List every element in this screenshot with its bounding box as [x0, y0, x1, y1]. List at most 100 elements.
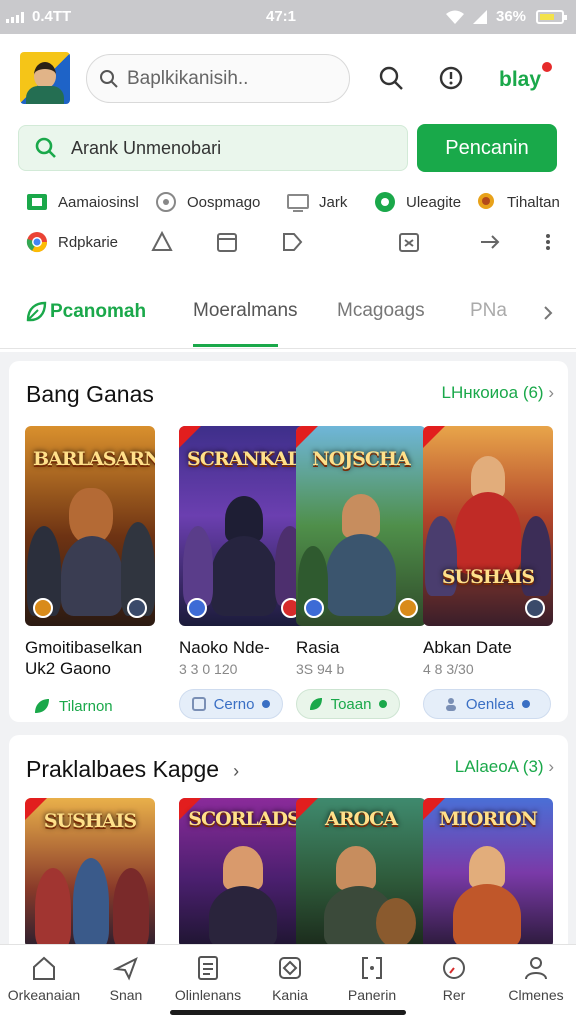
nav-item-rer[interactable]: Rer [413, 955, 495, 1003]
category-tihaltan[interactable]: Tihaltan [475, 191, 560, 213]
more-vertical-icon[interactable] [536, 230, 560, 254]
nav-item-panerin[interactable]: Panerin [331, 955, 413, 1003]
cover-title: NOJSCHA [312, 448, 410, 470]
game-meta: 4 8 3/30 [423, 661, 474, 677]
search-icon [100, 69, 118, 88]
search-placeholder: Baplkikanisih.. [127, 67, 249, 89]
tab-mcagoags[interactable]: Mcagoags [337, 300, 425, 322]
tab-pcanomah[interactable]: Pcanomah [24, 300, 146, 324]
notification-badge [540, 60, 554, 74]
arrow-right-icon[interactable] [478, 230, 502, 254]
game-cover: BARLASARN [25, 426, 155, 626]
section-card: Praklalbaes Kapge › LAlaeoA (3) › SUSHAIS… [9, 735, 568, 965]
game-cover: SUSHAIS [25, 798, 155, 948]
game-title: Gmoitibaselkan Uk2 Gaono [25, 638, 143, 678]
leaf-icon [26, 301, 47, 322]
document-icon [198, 956, 218, 980]
cover-title: SCRANKAD [187, 448, 304, 470]
install-button[interactable]: Cerno [179, 689, 283, 719]
nav-item-snan[interactable]: Snan [85, 955, 167, 1003]
game-card[interactable]: AROCA [296, 798, 426, 948]
game-cover: SCORLADS [179, 798, 309, 948]
cover-title: MIORION [438, 808, 538, 830]
nav-item-clmenes[interactable]: Clmenes [495, 955, 576, 1003]
install-button[interactable]: Oenlea [423, 689, 551, 719]
game-cover: AROCA [296, 798, 426, 948]
search-icon[interactable] [377, 64, 405, 92]
section-card: Bang Ganas LНнкоиоа (6) › BARLASARN Gmoi… [9, 361, 568, 722]
search-input[interactable]: Baplkikanisih.. [86, 54, 350, 103]
game-card[interactable]: SUSHAIS [25, 798, 155, 948]
monitor-icon [287, 194, 309, 212]
category-aamaiosinsl[interactable]: Aamaiosinsl [26, 191, 139, 213]
plane-icon [113, 956, 138, 981]
badge-icon [304, 598, 324, 618]
battery-icon [536, 10, 567, 24]
box-icon[interactable] [397, 230, 421, 254]
install-button[interactable]: Tilarnon [25, 691, 129, 721]
signal-icon [6, 11, 24, 23]
game-card[interactable]: SUSHAIS Abkan Date 4 8 3/30 Oenlea [423, 426, 553, 719]
chrome-icon [26, 232, 48, 253]
app-square-icon [27, 194, 47, 210]
game-card[interactable]: SCRANKAD Naoko Nde- 3 3 0 120 Cerno [179, 426, 309, 719]
medal-icon [478, 193, 494, 209]
person-icon [525, 957, 547, 980]
leaf-icon [35, 699, 49, 713]
home-indicator [170, 1010, 406, 1015]
play-link[interactable]: blay [499, 68, 541, 92]
divider [0, 348, 576, 349]
game-title: Naoko Nde- [179, 638, 270, 657]
notification-icon[interactable] [437, 64, 465, 92]
game-cover: SCRANKAD [179, 426, 309, 626]
game-card[interactable]: MIORION [423, 798, 553, 948]
tab-moeralmans[interactable]: Moeralmans [193, 300, 298, 322]
home-icon [33, 956, 55, 980]
tag-icon[interactable] [280, 230, 304, 254]
game-title: Rasia [296, 638, 340, 657]
section-see-all-link[interactable]: LAlaeoA (3) › [455, 757, 554, 777]
search-button[interactable]: Pencanin [417, 124, 557, 172]
leaf-icon [309, 698, 322, 710]
nav-item-home[interactable]: Orkeanaian [3, 955, 85, 1003]
avatar[interactable] [20, 52, 70, 104]
game-cover: NOJSCHA [296, 426, 426, 626]
category-rdpkarie[interactable]: Rdpkarie [26, 231, 118, 253]
game-meta: 3S 94 b [296, 661, 345, 677]
badge-icon [187, 598, 207, 618]
compass-icon [156, 192, 176, 212]
diamond-icon [279, 957, 301, 979]
cover-title: AROCA [325, 808, 398, 830]
game-cover: MIORION [423, 798, 553, 948]
chevron-right-icon[interactable] [540, 304, 556, 322]
cellular-icon [473, 10, 487, 24]
battery-percent: 36% [496, 8, 527, 25]
clock-icon [443, 957, 465, 979]
nav-item-kania[interactable]: Kania [249, 955, 331, 1003]
wifi-icon [446, 10, 464, 24]
game-card[interactable]: NOJSCHA Rasia 3S 94 b Toaan [296, 426, 426, 719]
game-card[interactable]: BARLASARN Gmoitibaselkan Uk2 Gaono Tilarn… [25, 426, 155, 721]
calendar-icon[interactable] [215, 230, 239, 254]
nav-item-olinlenans[interactable]: Olinlenans [167, 955, 249, 1003]
install-button[interactable]: Toaan [296, 689, 400, 719]
game-meta: 3 3 0 120 [179, 661, 238, 677]
game-card[interactable]: SCORLADS [179, 798, 309, 948]
category-oospmago[interactable]: Oospmago [155, 191, 260, 213]
green-circle-icon [375, 192, 395, 212]
category-uleagite[interactable]: Uleagite [374, 191, 461, 213]
clock: 47:1 [266, 8, 297, 25]
search-field-text: Arank Unmenobari [71, 137, 222, 158]
image-icon [191, 697, 206, 711]
status-bar: 0.4TT 47:1 36% [0, 0, 576, 34]
search-field[interactable]: Arank Unmenobari [18, 125, 408, 171]
cover-title: BARLASARN [33, 448, 155, 470]
active-tab-indicator [193, 344, 278, 347]
cover-title: SUSHAIS [43, 810, 137, 832]
section-see-all-link[interactable]: LНнкоиоа (6) › [441, 383, 554, 403]
badge-icon [127, 598, 147, 618]
shape-icon[interactable] [150, 230, 174, 254]
category-jark[interactable]: Jark [287, 191, 347, 213]
cover-title: SUSHAIS [441, 566, 535, 588]
tab-pna[interactable]: PNa [470, 300, 507, 322]
